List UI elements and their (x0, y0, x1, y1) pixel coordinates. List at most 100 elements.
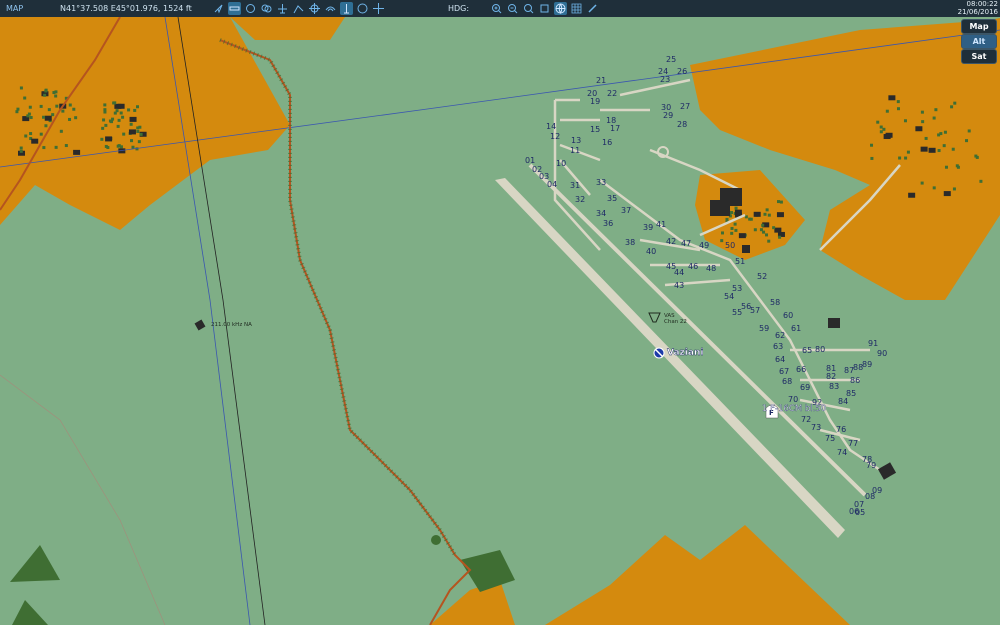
target-icon[interactable] (308, 2, 321, 15)
zoom-area-icon[interactable] (538, 2, 551, 15)
signal-icon[interactable] (324, 2, 337, 15)
building (19, 149, 23, 153)
building (130, 139, 134, 143)
building (121, 115, 125, 119)
pen-icon[interactable] (586, 2, 599, 15)
parking-spot-77: 77 (848, 439, 858, 448)
building (920, 146, 928, 152)
parking-spot-30: 30 (661, 103, 671, 112)
parking-spot-14: 14 (546, 122, 556, 131)
alt-button[interactable]: Alt (961, 34, 997, 49)
building (19, 146, 23, 150)
parking-spot-70: 70 (788, 395, 798, 404)
parking-spot-58: 58 (770, 298, 780, 307)
parking-spot-37: 37 (621, 206, 631, 215)
building (943, 130, 947, 134)
zoom-out-icon[interactable] (506, 2, 519, 15)
cursor-icon[interactable] (212, 2, 225, 15)
channel-label: Chan 22 (664, 319, 687, 325)
route-icon[interactable] (292, 2, 305, 15)
building (952, 187, 956, 191)
building (51, 113, 55, 117)
building (721, 231, 725, 235)
move-icon[interactable] (372, 2, 385, 15)
building (106, 146, 110, 150)
building (763, 212, 767, 216)
building (47, 108, 51, 112)
map-canvas[interactable]: 010203040506070809101112 1314 151617181920… (0, 17, 1000, 625)
parking-spot-66: 66 (796, 365, 806, 374)
building (138, 125, 142, 129)
building (967, 129, 971, 133)
building (885, 132, 893, 138)
parking-spot-83: 83 (829, 382, 839, 391)
circle-icon[interactable] (244, 2, 257, 15)
parking-spot-60: 60 (783, 311, 793, 320)
building (730, 231, 734, 235)
parking-spot-01: 01 (525, 156, 535, 165)
building (939, 132, 943, 136)
parking-spot-62: 62 (775, 331, 785, 340)
building (906, 150, 910, 154)
building (953, 101, 957, 105)
grid-icon[interactable] (570, 2, 583, 15)
building (100, 137, 104, 141)
building (28, 105, 32, 109)
parking-spot-90: 90 (877, 349, 887, 358)
building (733, 222, 737, 226)
building (42, 146, 46, 150)
building (776, 200, 780, 204)
building (943, 191, 951, 197)
aircraft-icon[interactable] (276, 2, 289, 15)
tower-icon[interactable] (340, 2, 353, 15)
parking-spot-22: 22 (607, 89, 617, 98)
building (116, 144, 120, 148)
layers-icon[interactable] (260, 2, 273, 15)
parking-spot-27: 27 (680, 102, 690, 111)
zoom-in-icon[interactable] (490, 2, 503, 15)
parking-spot-15: 15 (590, 125, 600, 134)
building (934, 108, 938, 112)
sat-button[interactable]: Sat (961, 49, 997, 64)
building (119, 111, 123, 115)
parking-spot-21: 21 (596, 76, 606, 85)
globe-icon[interactable] (554, 2, 567, 15)
parking-spot-89: 89 (862, 360, 872, 369)
parking-spot-25: 25 (666, 55, 676, 64)
parking-spot-73: 73 (811, 423, 821, 432)
parking-spot-79: 79 (866, 461, 876, 470)
chat-icon[interactable] (356, 2, 369, 15)
building (129, 116, 137, 122)
building (55, 104, 59, 108)
airbase-marker[interactable]: Vaziani (653, 347, 704, 359)
building (59, 129, 63, 133)
building (738, 233, 746, 239)
parking-spot-09: 09 (872, 486, 882, 495)
ruler-icon[interactable] (228, 2, 241, 15)
map-button[interactable]: Map (961, 19, 997, 34)
building (43, 93, 47, 97)
parking-spot-69: 69 (800, 383, 810, 392)
cursor-coordinates: N41°37.508 E45°01.976, 1524 ft (60, 4, 192, 13)
building (103, 103, 107, 107)
building (932, 116, 936, 120)
building (131, 145, 135, 149)
parking-spot-36: 36 (603, 219, 613, 228)
parking-spot-76: 76 (836, 425, 846, 434)
building (920, 181, 924, 185)
building (61, 109, 65, 113)
zoom-fit-icon[interactable] (522, 2, 535, 15)
parking-spot-11: 11 (570, 146, 580, 155)
building (101, 126, 105, 130)
parking-spot-42: 42 (666, 237, 676, 246)
building (778, 235, 782, 239)
parking-spot-84: 84 (838, 397, 848, 406)
mode-label: MAP (6, 4, 24, 13)
parking-spot-64: 64 (775, 355, 785, 364)
parking-spot-46: 46 (688, 262, 698, 271)
building (111, 117, 115, 121)
building (974, 154, 978, 158)
building (748, 217, 752, 221)
parking-spot-18: 18 (606, 116, 616, 125)
clock: 08:00:22 21/06/2016 (958, 0, 998, 16)
